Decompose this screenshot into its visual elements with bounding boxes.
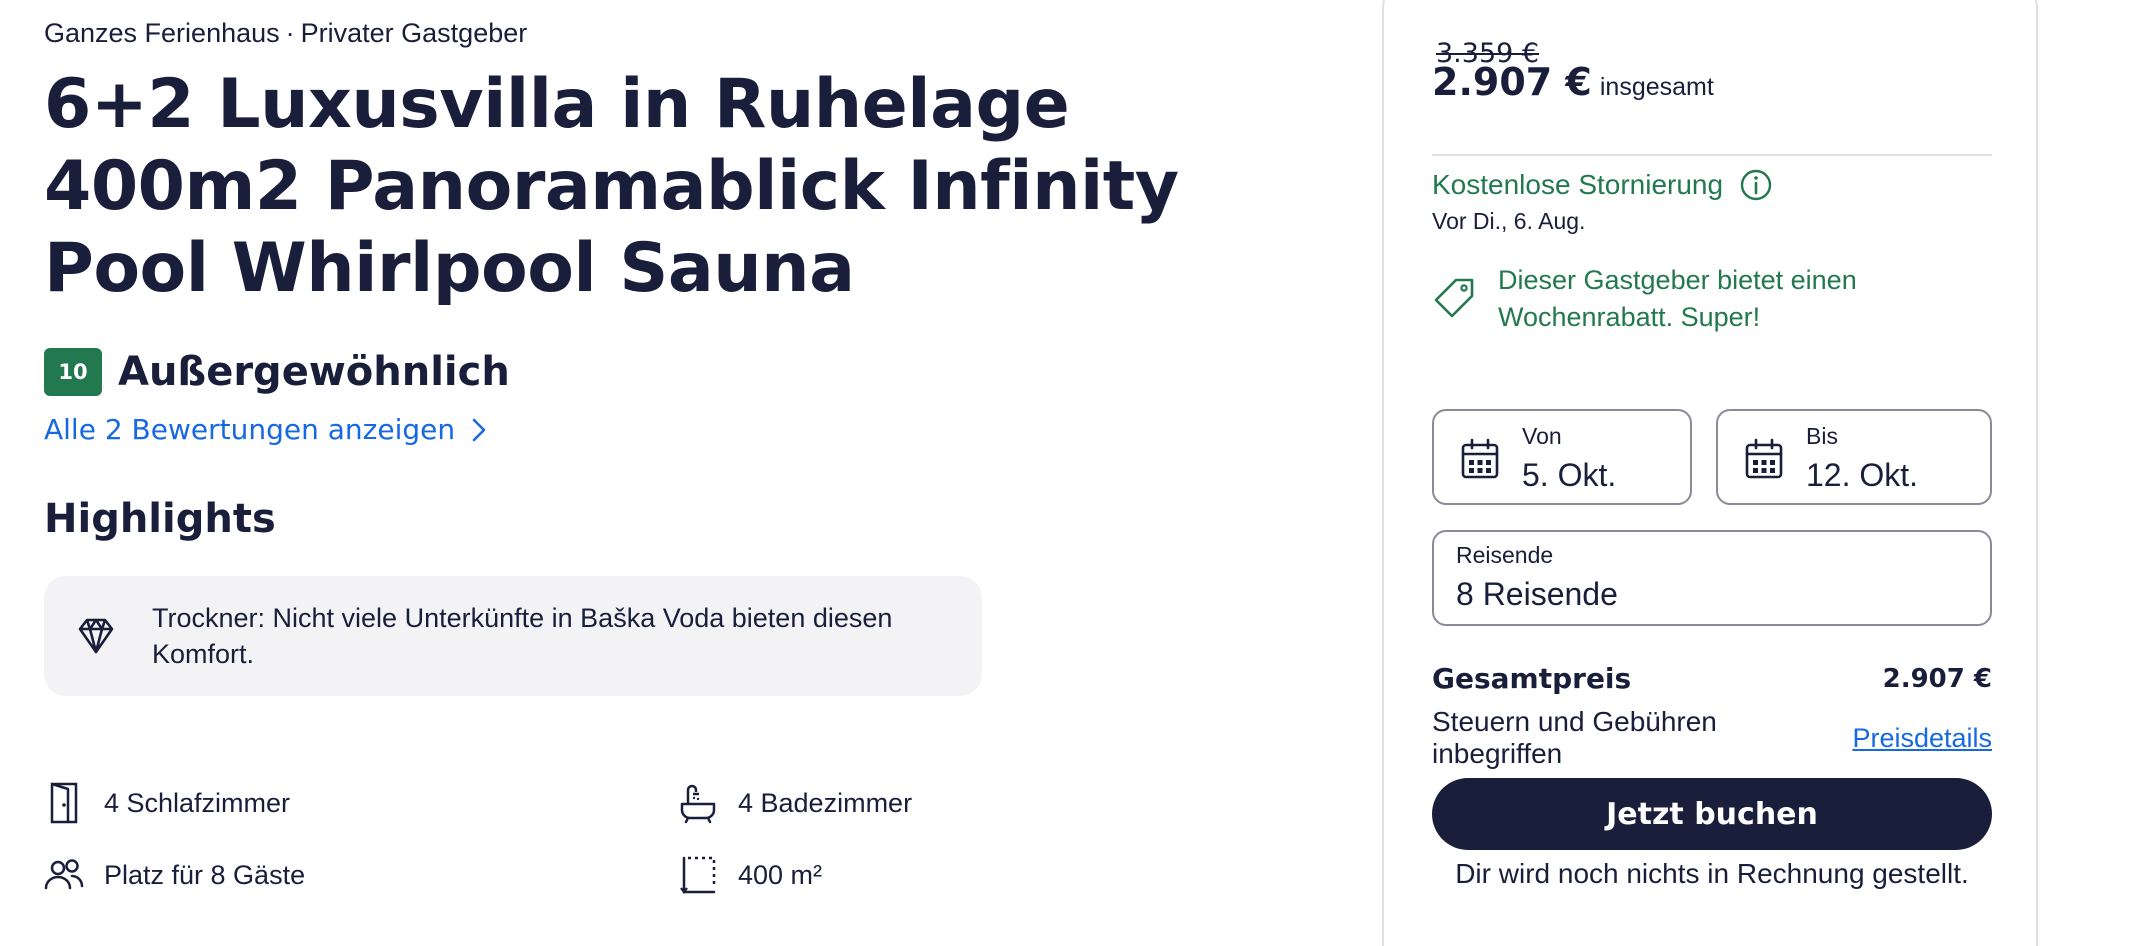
fact-guests: Platz für 8 Gäste <box>44 852 305 898</box>
check-in-label: Von <box>1522 423 1562 449</box>
book-now-button[interactable]: Jetzt buchen <box>1432 778 1992 850</box>
property-type: Ganzes Ferienhaus <box>44 18 280 48</box>
total-price-row: Gesamtpreis 2.907 € <box>1432 662 1992 695</box>
listing-page: Ganzes Ferienhaus · Privater Gastgeber 6+2… <box>0 0 2140 946</box>
price-suffix: insgesamt <box>1599 73 1714 101</box>
fact-bedrooms: 4 Schlafzimmer <box>44 780 290 826</box>
guests-icon <box>44 859 84 890</box>
host-type: Privater Gastgeber <box>300 18 528 48</box>
price-tag-icon <box>1434 278 1474 318</box>
check-out-value: 12. Okt. <box>1806 457 1919 493</box>
no-charge-note: Dir wird noch nichts in Rechnung gestell… <box>1455 858 1969 889</box>
listing-title: 6+2 Luxusvilla in Ruhelage 400m2 Panoram… <box>44 65 1179 308</box>
current-price: 2.907 € <box>1432 60 1592 104</box>
fact-area-label: 400 m² <box>738 859 823 890</box>
calendar-icon <box>1745 438 1783 479</box>
price-divider <box>1432 154 1992 156</box>
booking-card: 3.359 € 2.907 € insgesamt Kostenlose Sto… <box>1382 0 2038 946</box>
cancellation-title: Kostenlose Stornierung <box>1432 169 1724 200</box>
fact-guests-label: Platz für 8 Gäste <box>104 859 306 890</box>
check-out-label: Bis <box>1806 423 1838 449</box>
rating-label: Außergewöhnlich <box>118 349 510 395</box>
price-row: 2.907 € insgesamt <box>1432 60 1714 104</box>
highlight-text: Trockner: Nicht viele Unterkünfte in Baš… <box>152 603 893 669</box>
chevron-right-icon <box>472 418 486 441</box>
cancellation-row: Kostenlose Stornierung <box>1432 168 1773 202</box>
listing-subtitle: Ganzes Ferienhaus · Privater Gastgeber <box>44 18 527 49</box>
all-reviews-link-label: Alle 2 Bewertungen anzeigen <box>44 413 456 446</box>
total-price-label: Gesamtpreis <box>1432 662 1632 695</box>
discount-message: Dieser Gastgeber bietet einen Wochenraba… <box>1432 262 1918 336</box>
door-icon <box>50 782 78 824</box>
diamond-icon <box>78 618 114 654</box>
calendar-icon <box>1461 438 1499 479</box>
discount-text: Dieser Gastgeber bietet einen Wochenraba… <box>1498 265 1857 332</box>
total-price-value: 2.907 € <box>1882 663 1992 694</box>
check-in-value: 5. Okt. <box>1522 457 1617 493</box>
fact-bedrooms-label: 4 Schlafzimmer <box>104 787 291 818</box>
fact-bathrooms: 4 Badezimmer <box>678 780 912 826</box>
info-icon[interactable] <box>1739 168 1773 202</box>
travelers-value: 8 Reisende <box>1456 576 1618 612</box>
travelers-field[interactable]: Reisende 8 Reisende <box>1432 530 1992 626</box>
area-icon <box>680 856 716 894</box>
all-reviews-link[interactable]: Alle 2 Bewertungen anzeigen <box>44 413 489 446</box>
fact-area: 400 m² <box>678 852 822 898</box>
highlight-card: Trockner: Nicht viele Unterkünfte in Baš… <box>44 576 982 696</box>
price-details-link[interactable]: Preisdetails <box>1852 723 1992 754</box>
fact-bathrooms-label: 4 Badezimmer <box>738 787 913 818</box>
cancellation-date: Vor Di., 6. Aug. <box>1432 208 1586 234</box>
rating-summary: 10 Außergewöhnlich <box>44 348 510 396</box>
check-out-field[interactable]: Bis 12. Okt. <box>1716 409 1992 505</box>
rating-score-badge: 10 <box>44 348 102 396</box>
check-in-field[interactable]: Von 5. Okt. <box>1432 409 1692 505</box>
travelers-label: Reisende <box>1456 542 1554 568</box>
tax-row: Steuern und Gebühren inbegriffen Preisde… <box>1432 706 1992 770</box>
subtitle-separator: · <box>285 18 295 48</box>
tax-note: Steuern und Gebühren inbegriffen <box>1432 706 1717 769</box>
highlights-heading: Highlights <box>44 496 276 542</box>
bathtub-icon <box>680 784 716 824</box>
